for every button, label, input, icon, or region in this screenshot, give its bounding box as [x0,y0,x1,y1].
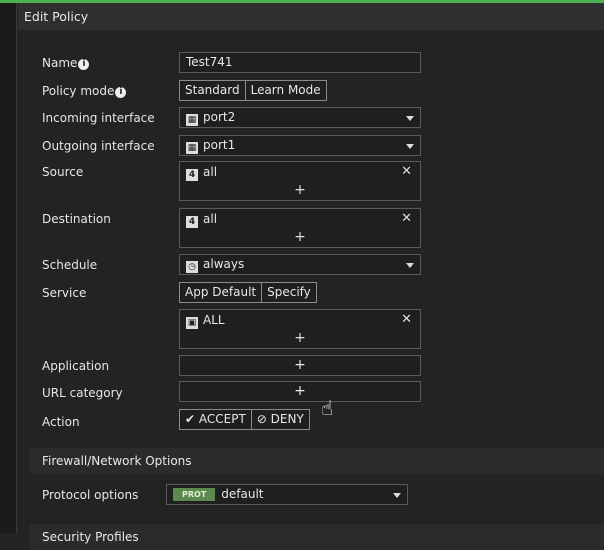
chevron-down-icon [393,493,401,498]
close-icon[interactable]: ✕ [401,164,412,179]
deny-button[interactable]: ⊘ DENY [251,410,309,429]
accept-button[interactable]: ✔ ACCEPT [180,410,252,429]
chevron-down-icon [406,116,414,121]
add-source-button[interactable]: + [180,182,420,198]
policy-mode-toggle: Standard Learn Mode [179,80,327,101]
add-application-button[interactable]: + [179,355,421,376]
address-icon: 4 [186,169,198,181]
protocol-options-label: Protocol options [42,488,139,502]
chevron-down-icon [406,263,414,268]
add-service-button[interactable]: + [180,330,420,346]
source-field[interactable]: 4 all ✕ + [179,161,421,201]
outgoing-interface-select[interactable]: ▦ port1 [179,135,421,156]
schedule-label: Schedule [42,258,98,272]
outgoing-interface-label: Outgoing interface [42,139,155,153]
dialog-header: Edit Policy [18,3,604,30]
source-label: Source [42,165,84,179]
application-label: Application [42,359,110,373]
address-icon: 4 [186,216,198,228]
firewall-section-header[interactable]: Firewall/Network Options [30,448,604,474]
incoming-interface-select[interactable]: ▦ port2 [179,107,421,128]
security-profiles-section-header[interactable]: Security Profiles [30,524,604,550]
info-icon[interactable]: i [115,87,127,98]
port-icon: ▦ [186,114,198,126]
info-icon[interactable]: i [78,59,90,70]
service-icon: ▣ [186,317,198,329]
close-icon[interactable]: ✕ [401,211,412,226]
service-label: Service [42,286,87,300]
chevron-down-icon [406,144,414,149]
prot-badge: PROT [173,488,216,501]
destination-label: Destination [42,212,111,226]
add-destination-button[interactable]: + [180,229,420,245]
name-input[interactable]: Test741 [179,52,421,73]
learn-mode-button[interactable]: Learn Mode [245,81,326,100]
clock-icon: ◷ [186,261,198,273]
schedule-select[interactable]: ◷ always [179,254,421,275]
policy-mode-label: Policy mode i [42,84,127,98]
check-icon: ✔ [185,412,199,426]
name-label: Name i [42,56,90,70]
service-mode-toggle: App Default Specify [179,282,317,303]
url-category-label: URL category [42,386,123,400]
destination-field[interactable]: 4 all ✕ + [179,208,421,248]
specify-button[interactable]: Specify [262,283,316,302]
standard-button[interactable]: Standard [180,81,246,100]
hand-cursor-icon: ☝ [321,396,334,420]
page-title: Edit Policy [24,9,89,24]
action-label: Action [42,415,80,429]
service-field[interactable]: ▣ ALL ✕ + [179,309,421,349]
incoming-interface-label: Incoming interface [42,111,155,125]
action-toggle: ✔ ACCEPT ⊘ DENY [179,409,310,430]
close-icon[interactable]: ✕ [401,312,412,327]
app-default-button[interactable]: App Default [180,283,263,302]
protocol-options-select[interactable]: PROT default [166,484,408,505]
add-url-category-button[interactable]: + [179,381,421,402]
sidebar [0,3,17,533]
port-icon: ▦ [186,142,198,154]
deny-icon: ⊘ [256,412,271,426]
